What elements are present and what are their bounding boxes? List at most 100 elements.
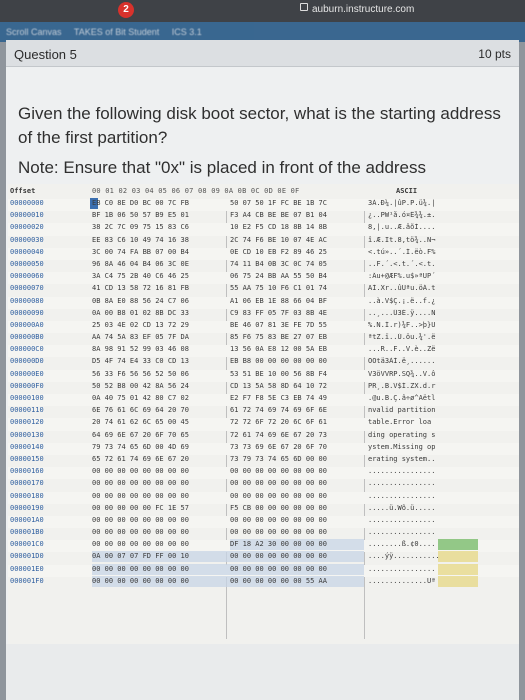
- hex-row: 00000190 00 00 00 00 00 FC 1E 57 F5 CB 00 …: [8, 504, 519, 516]
- nav-item[interactable]: ICS 3.1: [172, 27, 202, 37]
- hex-ascii: :Äu+@ÆF%.u$»ªUP´: [368, 272, 436, 281]
- hex-bytes-low: 6E 76 61 6C 69 64 20 70: [92, 406, 189, 415]
- hex-offset: 00000010: [10, 211, 44, 220]
- hex-header: Offset 00 01 02 03 04 05 06 07 08 09 0A …: [8, 187, 519, 199]
- hex-row: 00000020 38 2C 7C 09 75 15 83 C6 10 E2 F5 …: [8, 223, 519, 236]
- hex-ascii: ªtZ.ï..Ú.öu.¾'.ë: [368, 333, 436, 342]
- hex-bytes-high: 72 61 74 69 6E 67 20 73: [230, 430, 327, 439]
- url-text: auburn.instructure.com: [312, 4, 415, 15]
- hex-ascii: ..............Uª: [368, 576, 436, 585]
- question-header: Question 5 10 pts: [6, 40, 519, 67]
- hex-ascii: PR¸.B.V$Í.ZX.d.r: [368, 381, 436, 390]
- question-text: Given the following disk boot sector, wh…: [18, 104, 501, 147]
- hex-offset: 00000110: [10, 406, 44, 415]
- hex-row: 00000080 0B 8A E0 88 56 24 C7 06 A1 06 EB …: [8, 296, 519, 309]
- hex-bytes-low: AA 74 5A 83 EF 05 7F DA: [92, 333, 189, 342]
- hex-ascii: ................: [368, 479, 436, 488]
- hex-offset: 00000070: [10, 284, 44, 293]
- hex-row: 00000070 41 CD 13 58 72 16 81 FB 55 AA 75 …: [8, 284, 519, 296]
- hex-ascii: %.N.Í.r)¾F..>þ}U: [368, 320, 436, 329]
- hex-ascii: .....ü.Wõ.ü.....: [368, 503, 436, 512]
- hex-bytes-high: 0E CD 10 EB F2 89 46 25: [230, 247, 327, 256]
- bytes-header: 00 01 02 03 04 05 06 07 08 09 0A 0B 0C 0…: [92, 187, 300, 195]
- hex-offset: 00000090: [10, 308, 44, 317]
- hex-bytes-low: 00 00 00 00 00 00 00 00: [92, 540, 189, 549]
- hex-bytes-high: 74 11 B4 0B 3C 0C 74 05: [230, 259, 327, 268]
- hex-offset: 000000A0: [10, 320, 44, 329]
- hex-bytes-low: 65 72 61 74 69 6E 67 20: [92, 454, 189, 463]
- hex-bytes-low: 25 03 4E 02 CD 13 72 29: [92, 320, 189, 329]
- hex-bytes-high: 00 00 00 00 00 00 55 AA: [230, 576, 327, 585]
- hex-bytes-low: 56 33 F6 56 56 52 50 06: [92, 369, 189, 378]
- hex-ascii: <.tú»..´.Í.ëò.F%: [368, 247, 436, 256]
- hex-offset: 00000080: [10, 296, 44, 305]
- hex-bytes-high: 00 00 00 00 00 00 00 00: [230, 515, 327, 524]
- hex-bytes-low: 00 00 00 00 00 00 00 00: [92, 576, 189, 585]
- question-title: Question 5: [14, 47, 77, 62]
- hex-bytes-high: F3 A4 CB BE BE 07 B1 04: [230, 211, 327, 220]
- hex-ascii: ding operating s: [368, 430, 436, 439]
- hex-bytes-high: 13 56 0A E8 12 00 5A EB: [230, 345, 327, 354]
- hex-row: 00000110 6E 76 61 6C 69 64 20 70 61 72 74 …: [8, 406, 519, 418]
- hex-bytes-low: BF 1B 06 50 57 B9 E5 01: [92, 211, 189, 220]
- hex-offset: 000001D0: [10, 552, 44, 561]
- hex-row: 00000140 79 73 74 65 6D 00 4D 69 73 73 69 …: [8, 442, 519, 455]
- hex-row: 00000100 0A 40 75 01 42 80 C7 02 E2 F7 F8 …: [8, 394, 519, 407]
- hex-offset: 00000060: [10, 272, 44, 281]
- hex-row: 000001F0 00 00 00 00 00 00 00 00 00 00 00 …: [8, 575, 519, 589]
- hex-bytes-low: 96 8A 46 04 B4 06 3C 0E: [92, 259, 189, 268]
- hex-bytes-high: EB B8 00 00 00 00 00 00: [230, 357, 327, 366]
- hex-bytes-high: A1 06 EB 1E 88 66 04 BF: [230, 296, 327, 305]
- hex-row: 00000180 00 00 00 00 00 00 00 00 00 00 00 …: [8, 491, 519, 504]
- hex-row: 000000A0 25 03 4E 02 CD 13 72 29 BE 46 07 …: [8, 320, 519, 334]
- hex-bytes-high: 00 00 00 00 00 00 00 00: [230, 467, 327, 476]
- hex-offset: 00000130: [10, 430, 44, 439]
- hex-offset: 000001E0: [10, 564, 44, 573]
- hex-offset: 00000190: [10, 503, 44, 512]
- hex-ascii: ........ß.¢0....: [368, 540, 436, 549]
- hex-ascii: ................: [368, 467, 436, 476]
- hex-ascii: ystem.Missing op: [368, 442, 436, 451]
- hex-bytes-low: 0B 8A E0 88 56 24 C7 06: [92, 296, 189, 305]
- hex-row: 00000160 00 00 00 00 00 00 00 00 00 00 00 …: [8, 467, 519, 480]
- hex-bytes-high: 00 00 00 00 00 00 00 00: [230, 479, 327, 488]
- nav-item[interactable]: TAKES of Bit Student: [74, 27, 159, 37]
- hex-row: 000000D0 D5 4F 74 E4 33 C0 CD 13 EB B8 00 …: [8, 357, 519, 369]
- hex-offset: 000001B0: [10, 528, 44, 537]
- hex-row: 000000C0 8A 98 91 52 99 03 46 08 13 56 0A …: [8, 345, 519, 358]
- hex-ascii: .@u.B.Ç.â÷ø^Ãëtl: [368, 394, 436, 402]
- hex-bytes-low: 00 00 00 00 00 00 00 00: [92, 491, 189, 500]
- hex-bytes-low: 20 74 61 62 6C 65 00 45: [92, 418, 189, 427]
- hex-ascii: AÍ.Xr..ûUªu.öÁ.t: [368, 284, 436, 293]
- address-bar[interactable]: auburn.instructure.com: [300, 3, 415, 15]
- hex-ascii: ...R..F..V.è..Zë: [368, 345, 436, 354]
- hex-bytes-low: 3C 00 74 FA BB 07 00 B4: [92, 247, 189, 256]
- notification-badge[interactable]: 2: [118, 2, 134, 18]
- hex-offset: 00000000: [10, 199, 44, 207]
- hex-row: 00000000 EB C0 8E D0 BC 00 7C FB 50 07 50 …: [8, 198, 519, 212]
- question-card: Question 5 10 pts Given the following di…: [6, 40, 519, 700]
- hex-bytes-low: 00 00 00 00 00 FC 1E 57: [92, 503, 189, 512]
- hex-row: 000000B0 AA 74 5A 83 EF 05 7F DA 85 F6 75 …: [8, 333, 519, 345]
- hex-row: 000000F0 50 52 B8 00 42 8A 56 24 CD 13 5A …: [8, 382, 519, 394]
- hex-bytes-high: 00 00 00 00 00 00 00 00: [230, 552, 327, 561]
- course-nav: Scroll Canvas TAKES of Bit Student ICS 3…: [0, 22, 525, 42]
- hex-row: 00000050 96 8A 46 04 B4 06 3C 0E 74 11 B4 …: [8, 260, 519, 272]
- hex-row: 00000170 00 00 00 00 00 00 00 00 00 00 00 …: [8, 479, 519, 491]
- hex-bytes-high: DF 18 A2 30 00 00 00 00: [230, 540, 327, 549]
- card-footer: [6, 644, 519, 700]
- hex-bytes-high: 10 E2 F5 CD 18 8B 14 8B: [230, 223, 327, 232]
- nav-item[interactable]: Scroll Canvas: [6, 27, 62, 37]
- hex-row: 00000040 3C 00 74 FA BB 07 00 B4 0E CD 10 …: [8, 247, 519, 260]
- hex-bytes-low: 00 00 00 00 00 00 00 00: [92, 467, 189, 476]
- hex-row: 000000E0 56 33 F6 56 56 52 50 06 53 51 BE …: [8, 369, 519, 382]
- hex-offset: 000000B0: [10, 333, 44, 342]
- hex-bytes-low: EB C0 8E D0 BC 00 7C FB: [92, 199, 189, 207]
- offset-header: Offset: [10, 187, 36, 195]
- hex-row: 00000060 3A C4 75 2B 40 C6 46 25 06 75 24 …: [8, 272, 519, 285]
- hex-ascii: ....ýÿ...........: [368, 552, 440, 561]
- hex-bytes-low: D5 4F 74 E4 33 C0 CD 13: [92, 357, 189, 366]
- hex-bytes-high: E2 F7 F8 5E C3 EB 74 49: [230, 394, 327, 402]
- hex-ascii: table.Error loa: [368, 418, 432, 427]
- hex-bytes-high: BE 46 07 81 3E FE 7D 55: [230, 320, 327, 329]
